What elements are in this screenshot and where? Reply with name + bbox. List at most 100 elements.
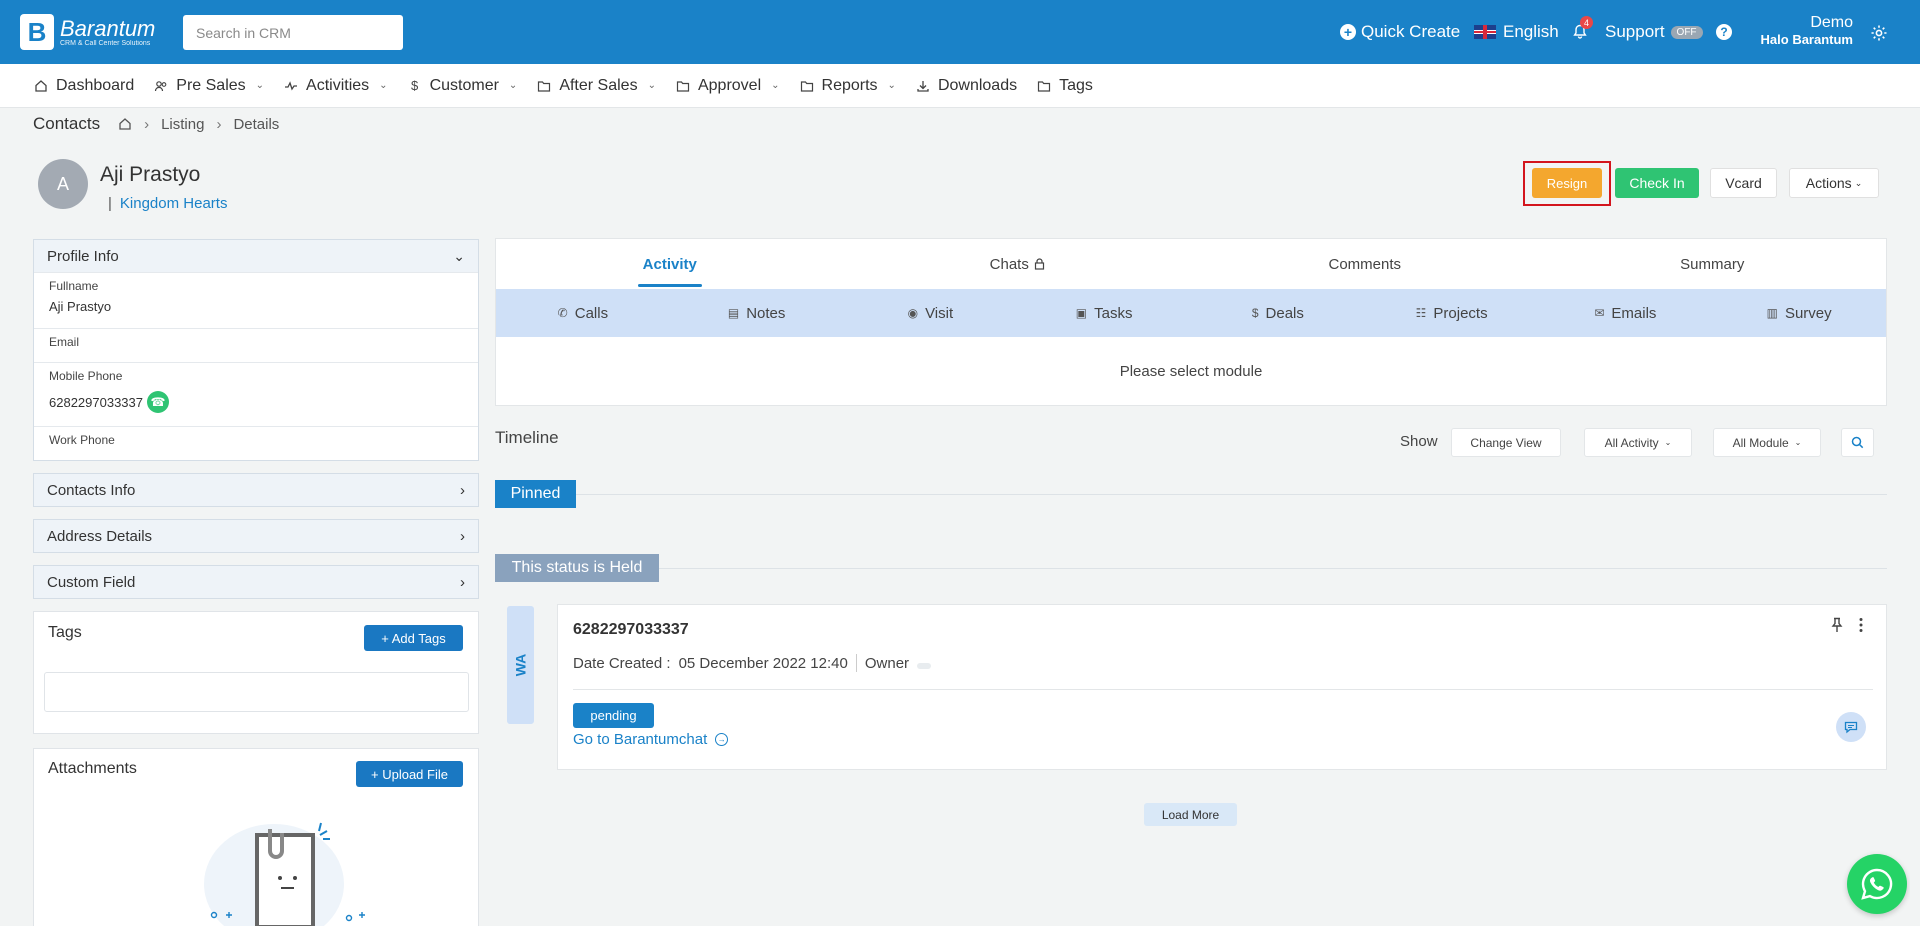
custom-field-section[interactable]: Custom Field ›	[33, 565, 479, 599]
breadcrumb-separator: ›	[216, 115, 222, 133]
support-toggle[interactable]: Support OFF	[1605, 0, 1703, 64]
module-calls[interactable]: ✆ Calls	[496, 289, 670, 337]
avatar: A	[38, 159, 88, 209]
chat-button[interactable]	[1836, 712, 1866, 742]
language-label: English	[1503, 22, 1559, 41]
module-survey[interactable]: ▥ Survey	[1712, 289, 1886, 337]
tab-summary[interactable]: Summary	[1539, 239, 1887, 289]
check-in-button[interactable]: Check In	[1615, 168, 1699, 198]
module-tasks[interactable]: ▣ Tasks	[1017, 289, 1191, 337]
divider	[573, 689, 1873, 690]
module-deals[interactable]: $ Deals	[1191, 289, 1365, 337]
pin-icon[interactable]	[1830, 617, 1844, 633]
attachments-title: Attachments	[48, 760, 137, 777]
contact-company: | Kingdom Hearts	[108, 195, 227, 212]
all-activity-dropdown[interactable]: All Activity ⌄	[1584, 428, 1692, 457]
dollar-icon: $	[1251, 306, 1259, 320]
load-more-button[interactable]: Load More	[1144, 803, 1237, 826]
folder-icon	[538, 80, 551, 92]
tab-chats[interactable]: Chats	[844, 239, 1192, 289]
add-tags-button[interactable]: + Add Tags	[364, 625, 463, 651]
whatsapp-floating-button[interactable]	[1847, 854, 1907, 914]
arrow-right-circle-icon: →	[715, 733, 729, 746]
nav-label: Approvel	[697, 76, 762, 94]
all-module-dropdown[interactable]: All Module ⌄	[1713, 428, 1821, 457]
company-link[interactable]: Kingdom Hearts	[120, 195, 228, 212]
resign-button[interactable]: Resign	[1532, 168, 1602, 198]
nav-item-customer[interactable]: $ Customer ⌄	[408, 77, 517, 95]
module-notes[interactable]: ▤ Notes	[670, 289, 844, 337]
tags-input[interactable]	[44, 672, 469, 712]
user-menu[interactable]: Demo Halo Barantum	[1745, 14, 1853, 47]
change-view-button[interactable]: Change View	[1451, 428, 1561, 457]
tags-card: Tags + Add Tags	[33, 611, 479, 734]
date-value: 05 December 2022 12:40	[678, 654, 848, 672]
breadcrumb-separator: ›	[144, 115, 150, 133]
phone-icon: ✆	[557, 306, 568, 320]
tags-title: Tags	[48, 624, 82, 641]
pipe-separator: |	[108, 195, 112, 212]
nav-item-reports[interactable]: Reports ⌄	[800, 77, 896, 95]
chevron-down-icon: ⌄	[887, 80, 896, 91]
timeline-search-button[interactable]	[1841, 428, 1874, 457]
support-label: Support	[1605, 22, 1665, 41]
mobile-phone-value[interactable]: 6282297033337	[49, 395, 143, 410]
module-emails[interactable]: ✉ Emails	[1539, 289, 1713, 337]
contacts-info-section[interactable]: Contacts Info ›	[33, 473, 479, 507]
notification-badge: 4	[1580, 16, 1593, 29]
address-details-section[interactable]: Address Details ›	[33, 519, 479, 553]
activity-item: 6282297033337 Date Created : 05 December…	[557, 604, 1887, 770]
nav-item-dashboard[interactable]: Dashboard	[34, 77, 134, 95]
search-input[interactable]	[183, 15, 403, 50]
nav-item-tags[interactable]: Tags	[1037, 77, 1093, 95]
chevron-down-icon: ⌄	[1664, 438, 1672, 447]
phone-call-icon[interactable]: ☎	[147, 391, 169, 413]
held-status-label: This status is Held	[495, 554, 659, 582]
users-icon	[155, 80, 167, 91]
module-visit[interactable]: ◉ Visit	[844, 289, 1018, 337]
actions-dropdown[interactable]: Actions ⌄	[1789, 168, 1879, 198]
more-options-icon[interactable]	[1858, 617, 1864, 633]
hierarchy-icon: ☷	[1415, 306, 1427, 320]
chevron-right-icon: ›	[460, 481, 465, 499]
tab-comments[interactable]: Comments	[1191, 239, 1539, 289]
go-to-barantumchat-link[interactable]: Go to Barantumchat →	[573, 731, 729, 748]
logo[interactable]: B Barantum CRM & Call Center Solutions	[20, 14, 155, 50]
nav-label: Tags	[1059, 76, 1093, 94]
home-icon[interactable]	[118, 117, 132, 131]
page-scrollbar[interactable]	[1910, 108, 1920, 926]
owner-chip	[917, 663, 932, 669]
help-button[interactable]: ?	[1716, 0, 1732, 64]
contact-name: Aji Prastyo	[100, 163, 201, 186]
gear-icon[interactable]	[1870, 24, 1888, 42]
download-icon	[917, 80, 929, 92]
calendar-icon: ▤	[727, 306, 740, 320]
nav-item-activities[interactable]: Activities ⌄	[284, 77, 388, 95]
field-email: Email	[34, 328, 478, 362]
vcard-button[interactable]: Vcard	[1710, 168, 1777, 198]
nav-item-downloads[interactable]: Downloads	[916, 77, 1017, 95]
notification-button[interactable]	[1572, 0, 1588, 64]
lock-icon	[1034, 258, 1044, 270]
nav-item-approvel[interactable]: Approvel ⌄	[676, 77, 780, 95]
breadcrumb-listing[interactable]: Listing	[161, 116, 204, 133]
chevron-down-icon: ⌄	[255, 80, 265, 91]
quick-create-button[interactable]: + Quick Create	[1340, 0, 1460, 64]
whatsapp-icon	[1861, 868, 1893, 900]
language-selector[interactable]: English	[1474, 0, 1559, 64]
activity-number: 6282297033337	[573, 621, 689, 638]
activity-panel: Activity Chats Comments Summary ✆ Calls ▤…	[495, 238, 1887, 406]
map-pin-icon: ◉	[907, 306, 919, 320]
channel-tab: WA	[507, 606, 534, 724]
nav-item-after-sales[interactable]: After Sales ⌄	[537, 77, 656, 95]
plus-circle-icon: +	[1340, 24, 1356, 40]
date-label: Date Created :	[573, 654, 671, 672]
tab-activity[interactable]: Activity	[496, 239, 844, 289]
upload-file-button[interactable]: + Upload File	[356, 761, 463, 787]
folder-icon	[1037, 80, 1051, 92]
module-projects[interactable]: ☷ Projects	[1365, 289, 1539, 337]
nav-label: Reports	[821, 76, 878, 94]
profile-info-header[interactable]: Profile Info ⌄	[34, 240, 478, 272]
help-icon: ?	[1716, 24, 1732, 40]
nav-item-pre-sales[interactable]: Pre Sales ⌄	[154, 77, 264, 95]
